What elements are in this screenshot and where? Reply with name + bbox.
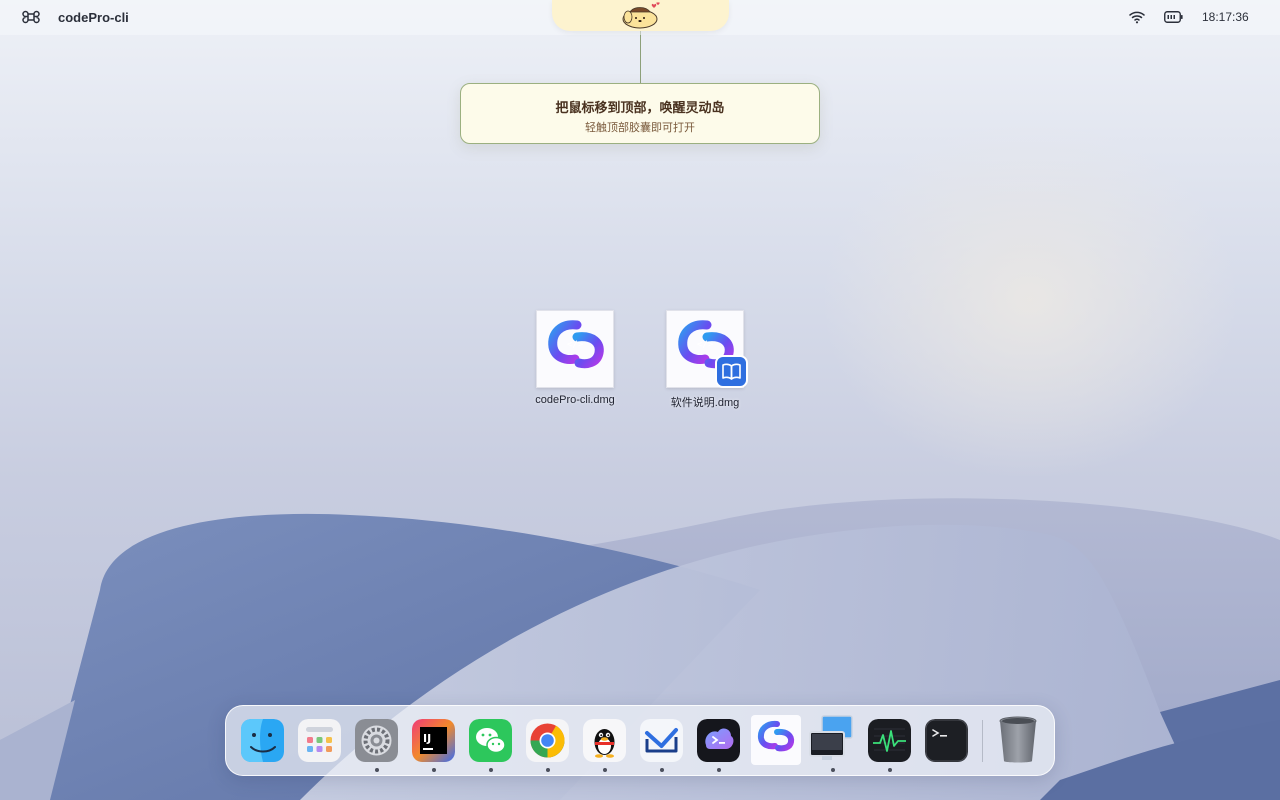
trash-icon xyxy=(999,716,1037,763)
book-badge xyxy=(715,355,748,388)
intellij-icon: IJ xyxy=(412,719,455,762)
dock-item-codepro[interactable] xyxy=(751,715,801,765)
pompompurin-mascot-icon xyxy=(622,2,660,29)
running-indicator xyxy=(717,768,721,772)
island-tooltip-connector xyxy=(640,31,641,84)
desktop-item-codepro-dmg[interactable]: </> codePro-cli.dmg xyxy=(520,310,630,410)
desktop-item-label: codePro-cli.dmg xyxy=(535,394,615,406)
svg-text:</>: </> xyxy=(567,340,584,350)
qq-penguin-icon xyxy=(583,719,626,762)
dock-item-ai-assistant[interactable] xyxy=(697,719,740,762)
tooltip-subtitle: 轻触顶部胶囊即可打开 xyxy=(585,122,695,134)
battery-icon[interactable] xyxy=(1164,11,1183,23)
dock-item-intellij[interactable]: IJ xyxy=(412,719,455,762)
running-indicator xyxy=(546,768,550,772)
running-indicator xyxy=(375,768,379,772)
dock-item-trash[interactable] xyxy=(996,715,1040,765)
chrome-icon xyxy=(526,719,569,762)
running-indicator xyxy=(831,768,835,772)
finder-icon xyxy=(241,719,284,762)
codepro-logo-icon xyxy=(751,715,801,765)
running-indicator xyxy=(489,768,493,772)
dock-item-finder[interactable] xyxy=(241,719,284,762)
codepro-logo-icon: </> xyxy=(548,320,604,382)
dock-item-wechat[interactable] xyxy=(469,719,512,762)
island-hint-tooltip: 把鼠标移到顶部，唤醒灵动岛 轻触顶部胶囊即可打开 xyxy=(460,83,820,144)
desktop-item-label: 软件说明.dmg xyxy=(670,397,740,409)
dock-divider xyxy=(982,720,983,762)
wechat-icon xyxy=(469,719,512,762)
tooltip-title: 把鼠标移到顶部，唤醒灵动岛 xyxy=(555,100,725,115)
desktop-item-readme-dmg[interactable]: </> 软件说明.dmg xyxy=(650,310,760,410)
launchpad-icon xyxy=(298,719,341,762)
dock: IJ xyxy=(225,705,1055,776)
gear-icon xyxy=(355,719,398,762)
dock-item-activity-monitor[interactable] xyxy=(868,719,911,762)
svg-text:IJ: IJ xyxy=(423,732,431,745)
dock-item-chrome[interactable] xyxy=(526,719,569,762)
terminal-icon xyxy=(925,719,968,762)
dock-item-mail[interactable] xyxy=(640,719,683,762)
mail-icon xyxy=(640,719,683,762)
running-indicator xyxy=(888,768,892,772)
dock-item-network-screens[interactable] xyxy=(808,714,856,762)
ai-assistant-icon xyxy=(697,719,740,762)
running-indicator xyxy=(603,768,607,772)
wifi-icon[interactable] xyxy=(1129,10,1145,24)
command-icon[interactable] xyxy=(22,8,40,26)
dock-item-terminal[interactable] xyxy=(925,719,968,762)
running-indicator xyxy=(432,768,436,772)
book-icon xyxy=(722,363,741,380)
monitors-icon xyxy=(809,715,853,760)
menu-clock[interactable]: 18:17:36 xyxy=(1202,10,1249,24)
dmg-thumbnail: </> xyxy=(536,310,614,388)
svg-text:</>: </> xyxy=(697,340,714,350)
dock-item-launchpad[interactable] xyxy=(298,719,341,762)
activity-monitor-icon xyxy=(868,719,911,762)
dmg-thumbnail: </> xyxy=(666,310,748,388)
running-indicator xyxy=(660,768,664,772)
dynamic-island[interactable] xyxy=(552,0,729,31)
active-app-name[interactable]: codePro-cli xyxy=(58,10,129,25)
dock-item-system-settings[interactable] xyxy=(355,719,398,762)
dock-item-qq[interactable] xyxy=(583,719,626,762)
